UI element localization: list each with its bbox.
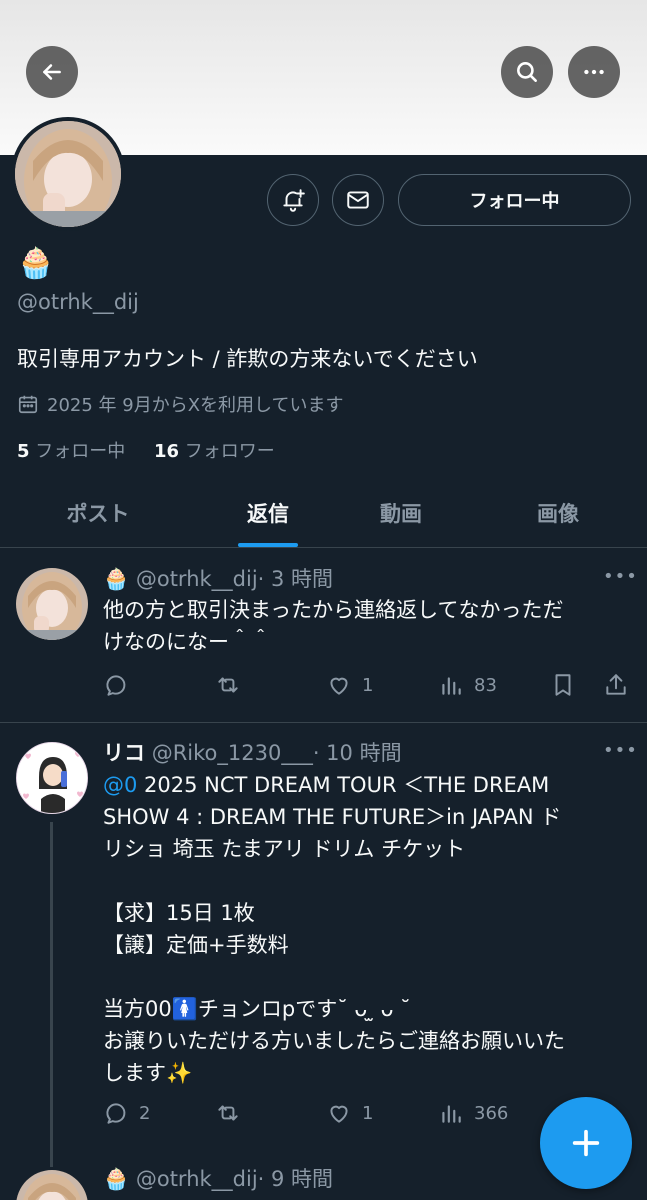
share-icon <box>606 674 626 695</box>
post-more-icon[interactable]: ••• <box>603 566 638 587</box>
tab-replies[interactable]: 返信 <box>208 480 328 546</box>
join-date-text: 2025 年 9月からXを利用しています <box>47 395 344 416</box>
post-divider <box>0 722 647 723</box>
tab-posts[interactable]: ポスト <box>38 480 158 546</box>
like-count: 1 <box>362 1102 374 1124</box>
reply-button[interactable] <box>103 672 129 698</box>
like-button[interactable]: 1 <box>326 1100 373 1126</box>
following-count-link[interactable]: 5 フォロー中 <box>17 437 125 463</box>
post-author-emoji: 🧁 <box>103 1167 130 1191</box>
share-button[interactable] <box>603 672 629 698</box>
post-text-line: 他の方と取引決まったから連絡返してなかっただ <box>103 598 564 622</box>
post-header: リコ @Riko_1230___· 10 時間 <box>103 737 402 767</box>
reply-icon <box>106 1103 126 1124</box>
profile-bio: 取引専用アカウント / 詐欺の方来ないでください <box>17 347 478 371</box>
join-date: 2025 年 9月からXを利用しています <box>17 391 344 417</box>
views-count: 366 <box>474 1102 509 1124</box>
post-author-name: リコ <box>103 741 145 765</box>
post-author-emoji: 🧁 <box>103 567 130 591</box>
like-icon <box>330 1105 348 1123</box>
views-button[interactable]: 366 <box>438 1100 508 1126</box>
followers-count: 16 <box>154 441 180 462</box>
notify-bell-icon <box>283 189 305 212</box>
views-icon <box>442 1105 461 1123</box>
post-text-line: SHOW 4 : DREAM THE FUTURE＞in JAPAN ド <box>103 805 562 829</box>
search-button[interactable] <box>501 46 553 98</box>
post-text-line: 2025 NCT DREAM TOUR ＜THE DREAM <box>137 773 550 797</box>
retweet-icon <box>218 677 238 693</box>
followers-count-link[interactable]: 16 フォロワー <box>154 437 275 463</box>
following-label: フォロー中 <box>35 441 126 462</box>
tab-videos[interactable]: 動画 <box>341 480 461 546</box>
back-button[interactable] <box>26 46 78 98</box>
active-tab-indicator <box>238 543 298 547</box>
post-text-line: けなのになー＾＾ <box>103 630 271 654</box>
profile-handle: @otrhk__dij <box>17 290 139 314</box>
following-button[interactable]: フォロー中 <box>398 174 631 226</box>
post-text-line: します✨ <box>103 1061 193 1085</box>
mail-icon <box>347 191 369 209</box>
like-count: 1 <box>362 674 374 696</box>
post-handle: @otrhk__dij <box>135 567 258 591</box>
post-handle: @Riko_1230___ <box>151 741 313 765</box>
post-text-line: 当方00🚺チョンロpです˘ ᴗ ̫ ᴗ ˘ <box>103 997 411 1021</box>
views-count: 83 <box>474 674 497 696</box>
profile-avatar[interactable] <box>11 117 125 231</box>
display-name: 🧁 <box>17 246 55 281</box>
post-time: · 10 時間 <box>312 741 402 765</box>
followers-label: フォロワー <box>184 441 275 462</box>
more-icon <box>584 69 604 75</box>
post-text-line: 【譲】定価+手数料 <box>103 933 289 957</box>
post-text: 他の方と取引決まったから連絡返してなかっただ けなのになー＾＾ <box>103 594 564 658</box>
reply-icon <box>106 675 126 696</box>
following-count: 5 <box>17 441 30 462</box>
compose-plus-icon <box>572 1129 600 1157</box>
post-time: · 3 時間 <box>257 567 334 591</box>
following-button-label: フォロー中 <box>469 191 560 212</box>
retweet-icon <box>218 1105 238 1121</box>
message-button[interactable] <box>332 174 384 226</box>
retweet-button[interactable] <box>215 1100 241 1126</box>
post-text-line: リショ 埼玉 たまアリ ドリム チケット <box>103 837 466 861</box>
reply-count: 2 <box>139 1102 151 1124</box>
profile-tabs: ポスト 返信 動画 画像 <box>0 480 647 548</box>
post-avatar[interactable] <box>16 1170 88 1200</box>
post-header: 🧁 @otrhk__dij· 9 時間 <box>103 1163 333 1193</box>
post-time: · 9 時間 <box>257 1167 334 1191</box>
post-text-line: お譲りいただける方いましたらご連絡お願いいた <box>103 1029 565 1053</box>
bookmark-icon <box>555 674 571 696</box>
search-icon <box>517 62 537 82</box>
post-header: 🧁 @otrhk__dij· 3 時間 <box>103 563 333 593</box>
thread-line <box>50 822 53 1167</box>
post-more-icon[interactable]: ••• <box>603 740 638 761</box>
like-button[interactable]: 1 <box>326 672 373 698</box>
post-text: @0 2025 NCT DREAM TOUR ＜THE DREAM SHOW 4… <box>103 769 565 1089</box>
reply-button[interactable]: 2 <box>103 1100 150 1126</box>
post-handle: @otrhk__dij <box>135 1167 258 1191</box>
like-icon <box>330 677 348 695</box>
views-icon <box>442 677 461 695</box>
more-button[interactable] <box>568 46 620 98</box>
tab-images[interactable]: 画像 <box>498 480 618 546</box>
views-button[interactable]: 83 <box>438 672 497 698</box>
post-avatar[interactable] <box>16 568 88 640</box>
back-arrow-icon <box>43 64 61 80</box>
retweet-button[interactable] <box>215 672 241 698</box>
notification-button[interactable] <box>267 174 319 226</box>
post-mention-link[interactable]: @0 <box>103 773 137 797</box>
post-text-line: 【求】15日 1枚 <box>103 901 255 925</box>
compose-button[interactable] <box>540 1097 632 1189</box>
calendar-icon <box>18 395 38 414</box>
post-avatar[interactable] <box>16 742 88 814</box>
bookmark-button[interactable] <box>550 672 576 698</box>
